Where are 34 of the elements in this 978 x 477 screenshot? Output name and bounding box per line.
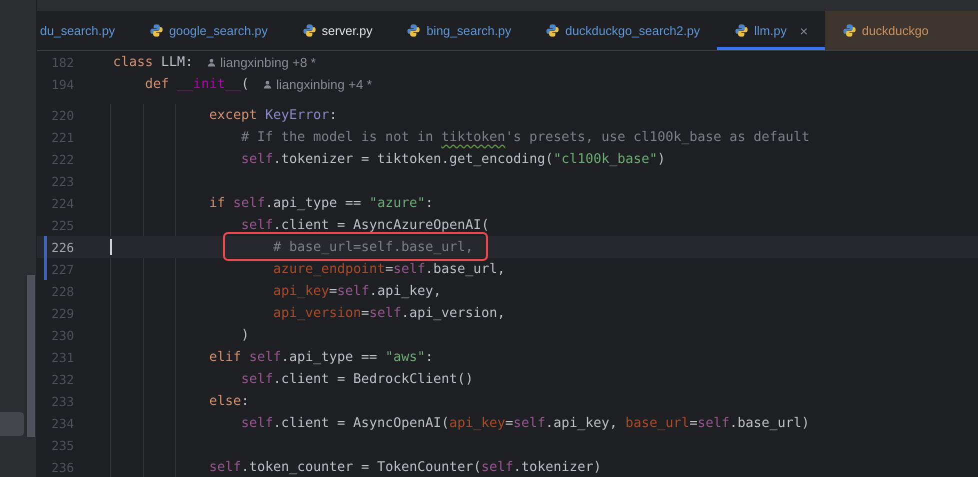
change-marker[interactable] [44,258,47,280]
code-line: if self.api_type == "azure": [208,196,434,210]
file-tab[interactable]: du_search.py [37,11,132,50]
file-tab[interactable]: server.py [284,11,390,50]
change-marker[interactable] [44,236,47,258]
code-line: self.token_counter = TokenCounter(self.tokenizer) [208,460,602,474]
person-icon [207,58,216,66]
code-line: api_version=self.api_version, [272,306,506,320]
code-line: self.client = AsyncAzureOpenAI( [240,218,490,232]
code-line: self.client = BedrockClient() [240,372,474,386]
person-icon [263,80,272,88]
file-tab[interactable]: duckduckgo [824,11,978,50]
author-hint[interactable]: liangxinbing +4 * [263,76,372,92]
author-hint[interactable]: liangxinbing +8 * [207,54,316,70]
scrollbar-thumb[interactable] [27,275,35,437]
line-number: 226 [51,240,75,254]
code-line: elif self.api_type == "aws": [208,350,434,364]
list-item-highlight [0,412,24,436]
text-caret [110,239,112,255]
code-line: def __init__( [144,76,250,92]
file-tab[interactable]: bing_search.py [389,11,528,50]
code-line: api_key=self.api_key, [272,284,442,298]
code-line: # base_url=self.base_url, [272,240,474,254]
code-line: except KeyError: [208,108,338,122]
close-icon[interactable]: × [800,22,808,38]
code-line: azure_endpoint=self.base_url, [272,262,506,276]
file-tab[interactable]: duckduckgo_search2.py [528,11,718,50]
file-tab[interactable]: google_search.py [132,11,285,50]
code-line: ) [240,328,250,342]
code-line: # If the model is not in tiktoken's presets, use cl100k_base as default [240,130,810,144]
code-line: else: [208,394,250,408]
code-line: class LLM: [113,54,194,70]
code-line: self.client = AsyncOpenAI(api_key=self.api_key, base_url=self.base_url) [240,416,810,430]
code-line: self.tokenizer = tiktoken.get_encoding("cl100k_base") [240,152,666,166]
